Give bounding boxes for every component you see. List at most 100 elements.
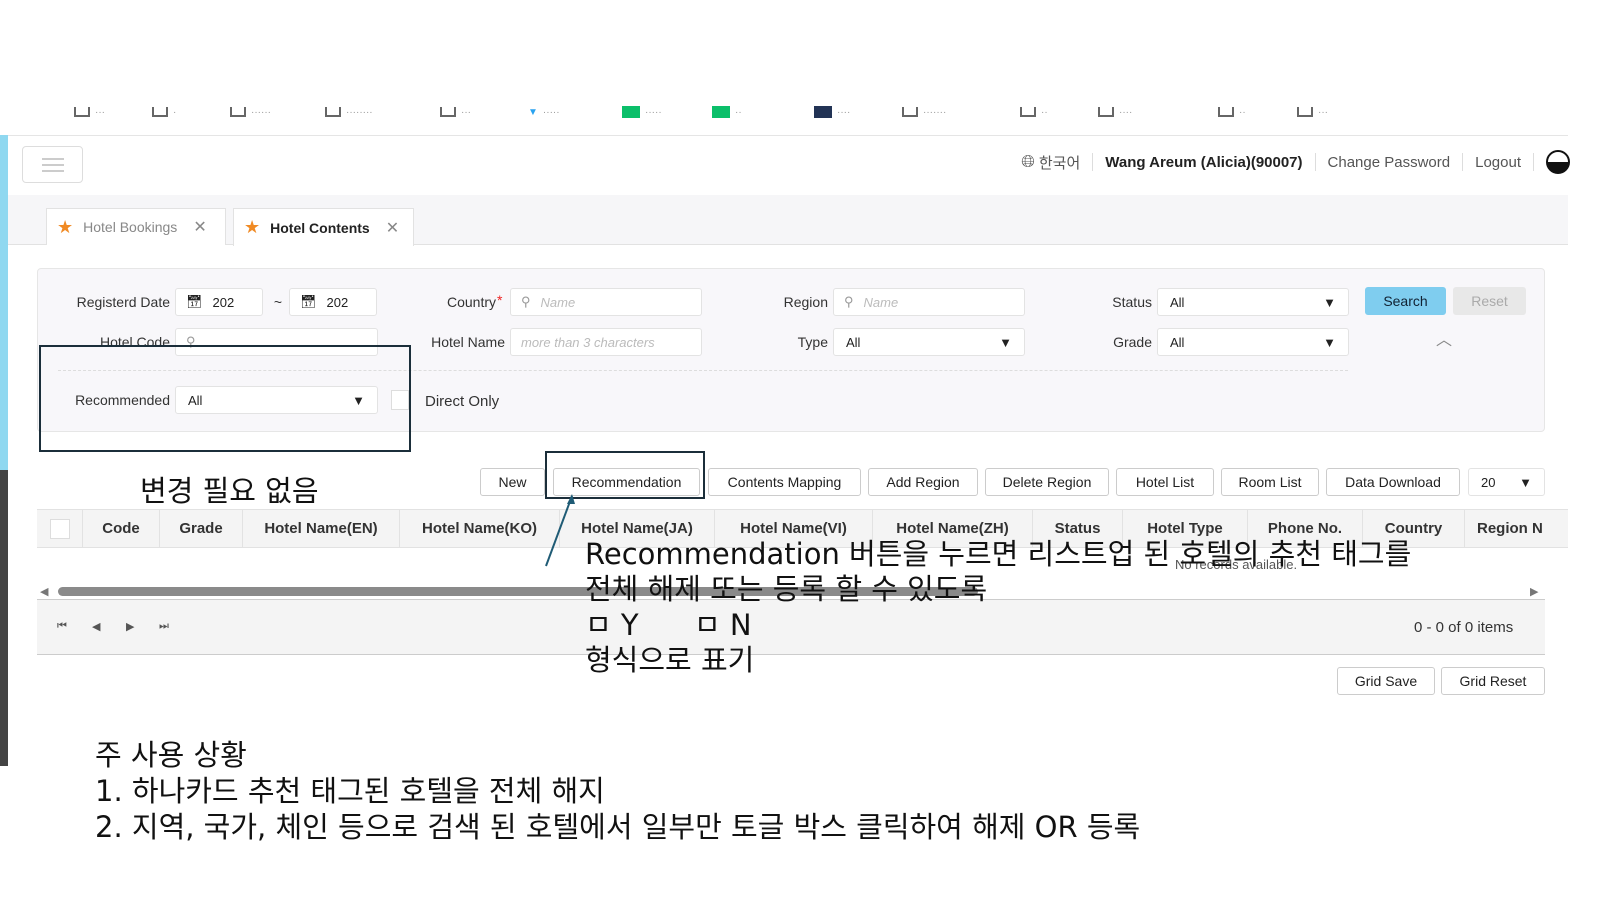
bookmark[interactable]: ···· bbox=[814, 104, 850, 120]
annotation-rec-line4: 형식으로 표기 bbox=[585, 643, 755, 677]
caret-down-icon: ▼ bbox=[1323, 294, 1336, 310]
country-input[interactable]: ⚲ Name bbox=[510, 288, 702, 316]
hotel-list-button[interactable]: Hotel List bbox=[1116, 468, 1214, 496]
data-download-button[interactable]: Data Download bbox=[1326, 468, 1460, 496]
bookmark[interactable]: ··· bbox=[74, 104, 105, 120]
bookmark[interactable]: ·· bbox=[1020, 104, 1048, 120]
scroll-right-icon[interactable]: ▶ bbox=[1530, 585, 1538, 598]
date-from-value: 202 bbox=[212, 294, 235, 310]
tab-label: Hotel Bookings bbox=[83, 219, 178, 235]
usage-item-2: 2. 지역, 국가, 체인 등으로 검색 된 호텔에서 일부만 토글 박스 클릭… bbox=[95, 810, 1141, 844]
prev-page-icon[interactable]: ◀ bbox=[92, 620, 100, 633]
hotel-name-label: Hotel Name bbox=[431, 334, 505, 350]
caret-down-icon: ▼ bbox=[1323, 334, 1336, 350]
logout-link[interactable]: Logout bbox=[1475, 154, 1521, 171]
star-icon: ★ bbox=[57, 216, 74, 237]
calendar-icon: 📅︎ bbox=[186, 294, 203, 309]
column-header[interactable]: Region N bbox=[1465, 510, 1568, 547]
bookmark[interactable]: ······ bbox=[230, 104, 271, 120]
annotation-box-recommended bbox=[39, 345, 411, 452]
annotation-rec-line1: Recommendation 버튼을 누르면 리스트업 된 호텔의 추천 태그를 bbox=[585, 537, 1412, 571]
menu-toggle-button[interactable] bbox=[22, 146, 83, 183]
caret-down-icon: ▼ bbox=[999, 334, 1012, 350]
annotation-arrow bbox=[545, 494, 575, 567]
star-icon: ★ bbox=[244, 217, 261, 237]
close-icon[interactable]: ✕ bbox=[193, 217, 206, 237]
type-label: Type bbox=[797, 334, 828, 350]
country-placeholder: Name bbox=[540, 294, 576, 310]
grade-select[interactable]: All ▼ bbox=[1157, 328, 1349, 356]
bookmark[interactable]: ·· bbox=[712, 104, 742, 120]
date-to-input[interactable]: 📅︎ 202 bbox=[289, 288, 377, 316]
bookmark[interactable]: ····· bbox=[622, 104, 662, 120]
tab-hotel-bookings[interactable]: ★ Hotel Bookings ✕ bbox=[46, 208, 226, 245]
pager-summary: 0 - 0 of 0 items bbox=[1414, 619, 1514, 636]
reset-button[interactable]: Reset bbox=[1453, 287, 1526, 315]
avatar[interactable] bbox=[1546, 150, 1570, 174]
left-dark-bar bbox=[0, 470, 8, 766]
last-page-icon[interactable]: ⏭ bbox=[159, 620, 169, 633]
region-input[interactable]: ⚲ Name bbox=[833, 288, 1025, 316]
contents-mapping-button[interactable]: Contents Mapping bbox=[708, 468, 861, 496]
search-icon: ⚲ bbox=[521, 294, 531, 309]
change-password-link[interactable]: Change Password bbox=[1328, 154, 1451, 171]
grid-reset-button[interactable]: Grid Reset bbox=[1441, 667, 1545, 695]
column-header[interactable]: Code bbox=[83, 510, 160, 547]
first-page-icon[interactable]: ⏮ bbox=[57, 620, 67, 633]
scroll-left-icon[interactable]: ◀ bbox=[40, 585, 48, 598]
date-from-input[interactable]: 📅︎ 202 bbox=[175, 288, 263, 316]
status-label: Status bbox=[1112, 294, 1152, 310]
next-page-icon[interactable]: ▶ bbox=[126, 620, 134, 633]
grid-save-button[interactable]: Grid Save bbox=[1337, 667, 1435, 695]
globe-icon: 🌐︎ bbox=[1021, 152, 1035, 171]
bookmark[interactable]: ··· bbox=[1297, 104, 1328, 120]
column-header[interactable]: Hotel Name(EN) bbox=[243, 510, 400, 547]
new-button[interactable]: New bbox=[480, 468, 545, 496]
region-label: Region bbox=[783, 294, 828, 310]
language-link[interactable]: 한국어 bbox=[1039, 152, 1080, 173]
calendar-icon: 📅︎ bbox=[300, 294, 317, 309]
grade-label: Grade bbox=[1113, 334, 1152, 350]
grade-value: All bbox=[1170, 334, 1185, 350]
annotation-no-change: 변경 필요 없음 bbox=[140, 474, 319, 508]
search-button[interactable]: Search bbox=[1365, 287, 1446, 315]
collapse-chevron-icon[interactable]: ︿ bbox=[1436, 326, 1452, 350]
type-select[interactable]: All ▼ bbox=[833, 328, 1025, 356]
status-value: All bbox=[1170, 294, 1185, 310]
date-to-value: 202 bbox=[326, 294, 349, 310]
bookmark[interactable]: ······· bbox=[902, 104, 946, 120]
left-accent-bar bbox=[0, 135, 8, 470]
bookmark[interactable]: ▼ ····· bbox=[528, 104, 560, 120]
tab-hotel-contents[interactable]: ★ Hotel Contents ✕ bbox=[233, 208, 414, 246]
add-region-button[interactable]: Add Region bbox=[868, 468, 978, 496]
delete-region-button[interactable]: Delete Region bbox=[985, 468, 1109, 496]
type-value: All bbox=[846, 334, 861, 350]
user-name: Wang Areum (Alicia)(90007) bbox=[1105, 153, 1303, 171]
select-all-cell bbox=[37, 510, 83, 547]
column-header[interactable]: Grade bbox=[160, 510, 243, 547]
usage-title: 주 사용 상황 bbox=[95, 738, 247, 772]
bookmark[interactable]: ···· bbox=[1098, 104, 1132, 120]
hotel-name-input[interactable]: more than 3 characters bbox=[510, 328, 702, 356]
bookmark[interactable]: ··· bbox=[440, 104, 471, 120]
required-mark: * bbox=[497, 292, 503, 308]
column-header[interactable]: Hotel Name(KO) bbox=[400, 510, 560, 547]
pager bbox=[37, 600, 1545, 655]
annotation-rec-line3: ㅁ Y ㅁ N bbox=[585, 608, 752, 642]
bookmark[interactable]: · bbox=[152, 104, 176, 120]
page-size-select[interactable]: 20 ▼ bbox=[1468, 468, 1545, 496]
room-list-button[interactable]: Room List bbox=[1221, 468, 1319, 496]
country-label: Country bbox=[446, 294, 496, 310]
close-icon[interactable]: ✕ bbox=[386, 218, 399, 238]
bookmark[interactable]: ········ bbox=[325, 104, 373, 120]
search-icon: ⚲ bbox=[844, 294, 854, 309]
date-separator: ~ bbox=[273, 294, 282, 310]
bookmark[interactable]: ·· bbox=[1218, 104, 1246, 120]
header-right: 🌐︎ 한국어 Wang Areum (Alicia)(90007) Change… bbox=[1021, 150, 1570, 174]
registered-date-label: Registerd Date bbox=[76, 294, 170, 310]
status-select[interactable]: All ▼ bbox=[1157, 288, 1349, 316]
page-size-value: 20 bbox=[1481, 474, 1496, 490]
region-placeholder: Name bbox=[863, 294, 899, 310]
select-all-checkbox[interactable] bbox=[49, 518, 70, 539]
direct-only-label: Direct Only bbox=[425, 393, 500, 410]
